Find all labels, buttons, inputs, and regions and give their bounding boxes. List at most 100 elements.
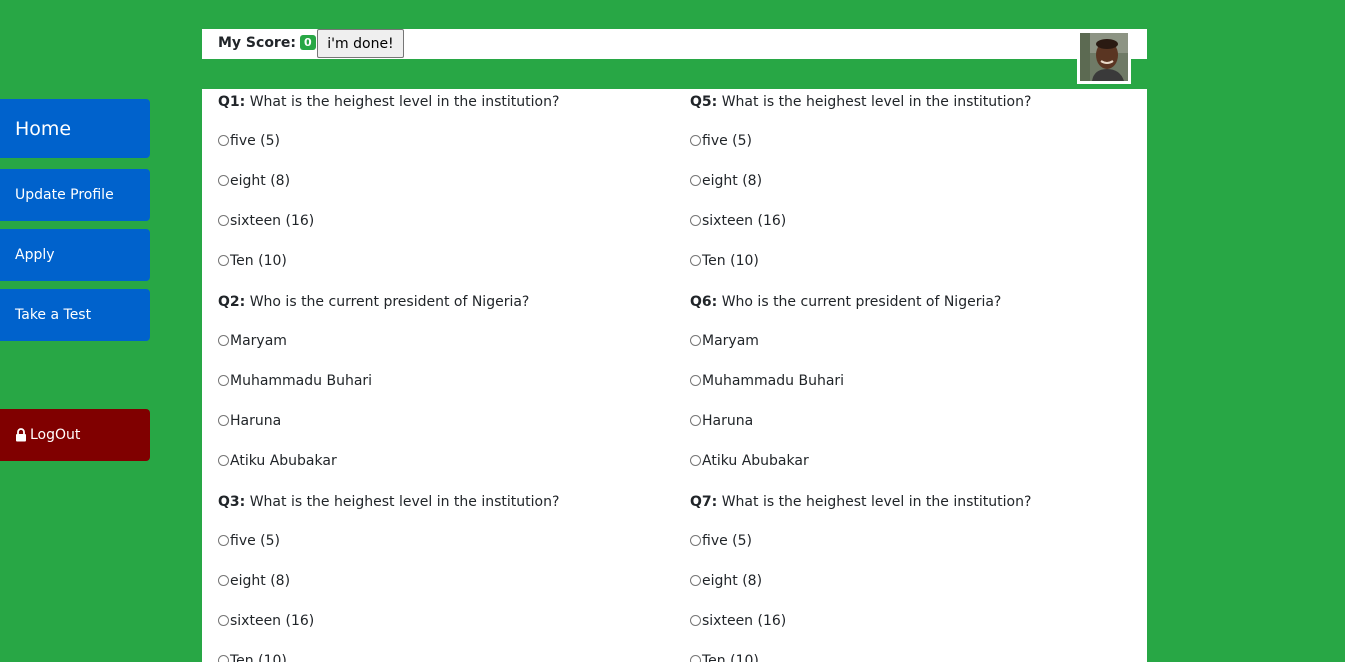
answer-option[interactable]: Ten (10) (218, 249, 678, 289)
answer-radio[interactable] (690, 655, 701, 662)
answer-label: Maryam (230, 333, 287, 349)
answer-option[interactable]: Atiku Abubakar (690, 449, 1147, 489)
answer-option[interactable]: Ten (10) (690, 649, 1147, 662)
answer-radio[interactable] (690, 575, 701, 586)
answer-label: sixteen (16) (230, 213, 315, 229)
question-text: Q5: What is the heighest level in the in… (690, 89, 1147, 129)
answer-option[interactable]: eight (8) (690, 169, 1147, 209)
logout-button[interactable]: LogOut (0, 409, 150, 461)
question-number: Q7: (690, 494, 718, 510)
answer-radio[interactable] (218, 215, 229, 226)
answer-label: five (5) (230, 133, 280, 149)
answer-option[interactable]: eight (8) (218, 569, 678, 609)
question-label: What is the heighest level in the instit… (249, 494, 560, 510)
answer-radio[interactable] (218, 615, 229, 626)
sidebar-item-label: Home (15, 117, 72, 140)
answer-label: five (5) (702, 133, 752, 149)
answer-label: Ten (10) (230, 653, 287, 662)
answer-label: Maryam (702, 333, 759, 349)
answer-radio[interactable] (218, 415, 229, 426)
question-column-right: Q5: What is the heighest level in the in… (690, 89, 1147, 662)
answer-label: five (5) (230, 533, 280, 549)
answer-label: Ten (10) (230, 253, 287, 269)
answer-label: Atiku Abubakar (230, 453, 337, 469)
lock-icon (16, 428, 26, 442)
answer-label: sixteen (16) (702, 613, 787, 629)
answer-radio[interactable] (218, 575, 229, 586)
answer-label: Haruna (230, 413, 282, 429)
question-label: Who is the current president of Nigeria? (249, 294, 530, 310)
done-button[interactable]: i'm done! (317, 29, 404, 58)
answer-option[interactable]: sixteen (16) (218, 209, 678, 249)
question-label: What is the heighest level in the instit… (721, 494, 1032, 510)
sidebar-item-apply[interactable]: Apply (0, 229, 150, 281)
answer-label: five (5) (702, 533, 752, 549)
question-text: Q2: Who is the current president of Nige… (218, 289, 678, 329)
answer-option[interactable]: five (5) (690, 529, 1147, 569)
answer-radio[interactable] (218, 175, 229, 186)
question-text: Q1: What is the heighest level in the in… (218, 89, 678, 129)
question-label: Who is the current president of Nigeria? (721, 294, 1002, 310)
answer-option[interactable]: sixteen (16) (218, 609, 678, 649)
question-number: Q1: (218, 94, 246, 110)
question-text: Q3: What is the heighest level in the in… (218, 489, 678, 529)
score-label: My Score: (218, 35, 296, 51)
question-column-left: Q1: What is the heighest level in the in… (218, 89, 678, 662)
answer-label: Ten (10) (702, 653, 759, 662)
logout-label: LogOut (30, 427, 81, 443)
answer-option[interactable]: Atiku Abubakar (218, 449, 678, 489)
answer-label: eight (8) (230, 573, 291, 589)
answer-radio[interactable] (690, 135, 701, 146)
answer-radio[interactable] (218, 455, 229, 466)
question-number: Q6: (690, 294, 718, 310)
score-badge: 0 (299, 35, 316, 50)
sidebar-item-take-a-test[interactable]: Take a Test (0, 289, 150, 341)
answer-radio[interactable] (690, 415, 701, 426)
answer-option[interactable]: Ten (10) (218, 649, 678, 662)
answer-radio[interactable] (218, 135, 229, 146)
answer-label: eight (8) (702, 573, 763, 589)
answer-option[interactable]: Haruna (218, 409, 678, 449)
answer-radio[interactable] (690, 615, 701, 626)
answer-radio[interactable] (218, 535, 229, 546)
answer-radio[interactable] (218, 375, 229, 386)
answer-radio[interactable] (690, 375, 701, 386)
answer-option[interactable]: Muhammadu Buhari (690, 369, 1147, 409)
answer-option[interactable]: Muhammadu Buhari (218, 369, 678, 409)
answer-radio[interactable] (690, 335, 701, 346)
sidebar-item-update-profile[interactable]: Update Profile (0, 169, 150, 221)
answer-radio[interactable] (690, 535, 701, 546)
answer-radio[interactable] (218, 335, 229, 346)
answer-label: Ten (10) (702, 253, 759, 269)
avatar[interactable] (1077, 30, 1131, 84)
answer-option[interactable]: five (5) (218, 529, 678, 569)
answer-option[interactable]: sixteen (16) (690, 209, 1147, 249)
answer-label: sixteen (16) (702, 213, 787, 229)
app-root: Home Update Profile Apply Take a Test Lo… (0, 0, 1345, 662)
answer-option[interactable]: Haruna (690, 409, 1147, 449)
answer-option[interactable]: eight (8) (690, 569, 1147, 609)
answer-option[interactable]: five (5) (218, 129, 678, 169)
answer-option[interactable]: Maryam (690, 329, 1147, 369)
answer-label: Haruna (702, 413, 754, 429)
sidebar-item-home[interactable]: Home (0, 99, 150, 158)
answer-radio[interactable] (218, 255, 229, 266)
answer-radio[interactable] (690, 255, 701, 266)
answer-radio[interactable] (690, 215, 701, 226)
answer-option[interactable]: sixteen (16) (690, 609, 1147, 649)
answer-option[interactable]: Ten (10) (690, 249, 1147, 289)
score-label-wrap: My Score: 0 (218, 35, 316, 51)
question-text: Q6: Who is the current president of Nige… (690, 289, 1147, 329)
question-number: Q5: (690, 94, 718, 110)
answer-label: Atiku Abubakar (702, 453, 809, 469)
answer-label: Muhammadu Buhari (702, 373, 845, 389)
sidebar-item-label: Update Profile (15, 187, 114, 203)
answer-option[interactable]: five (5) (690, 129, 1147, 169)
answer-option[interactable]: Maryam (218, 329, 678, 369)
answer-radio[interactable] (690, 175, 701, 186)
answer-radio[interactable] (218, 655, 229, 662)
sidebar-item-label: Apply (15, 247, 55, 263)
answer-radio[interactable] (690, 455, 701, 466)
answer-label: eight (8) (230, 173, 291, 189)
answer-option[interactable]: eight (8) (218, 169, 678, 209)
